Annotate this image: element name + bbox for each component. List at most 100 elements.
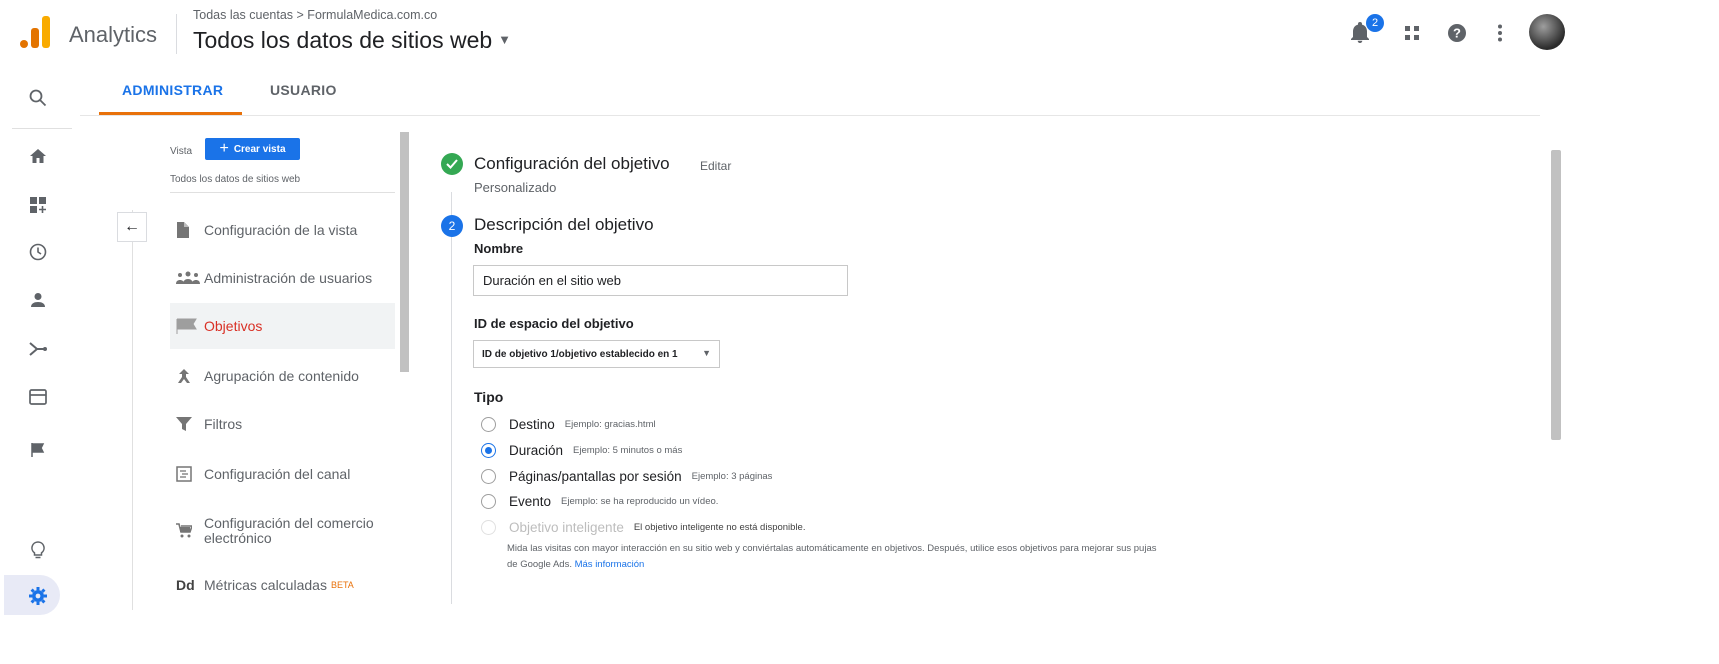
discover-lightbulb-icon[interactable] bbox=[24, 536, 52, 564]
customization-icon[interactable] bbox=[24, 191, 52, 219]
type-option-example: Ejemplo: 5 minutos o más bbox=[573, 444, 683, 456]
nav-item-label: Configuración de la vista bbox=[204, 222, 358, 238]
cart-icon bbox=[170, 523, 204, 539]
beta-badge: BETA bbox=[330, 580, 354, 590]
view-selector[interactable]: Todos los datos de sitios web bbox=[170, 174, 300, 185]
name-label: Nombre bbox=[474, 241, 524, 256]
nav-item-channel-settings[interactable]: Configuración del canal bbox=[170, 451, 395, 497]
type-option-label: Evento bbox=[509, 493, 552, 509]
rail-separator bbox=[12, 128, 72, 129]
acquisition-icon[interactable] bbox=[24, 335, 52, 363]
tab-administrar[interactable]: ADMINISTRAR bbox=[122, 82, 223, 98]
property-selector[interactable]: Todos los datos de sitios web ▼ bbox=[193, 27, 511, 54]
nav-item-label: Configuración del comercio electrónico bbox=[204, 515, 374, 546]
document-icon bbox=[170, 222, 204, 238]
create-view-button[interactable]: + Crear vista bbox=[205, 138, 300, 160]
nav-scrollbar[interactable] bbox=[400, 132, 409, 372]
type-option-duration[interactable]: Duración Ejemplo: 5 minutos o más bbox=[481, 441, 682, 459]
goal-slot-select[interactable]: ID de objetivo 1/objetivo establecido en… bbox=[473, 340, 720, 368]
conversions-flag-icon[interactable] bbox=[24, 436, 52, 464]
type-option-smart-goal: Objetivo inteligente El objetivo intelig… bbox=[481, 518, 805, 536]
analytics-logo[interactable] bbox=[20, 16, 50, 48]
goal-name-input[interactable]: Duración en el sitio web bbox=[473, 265, 848, 296]
app-name: Analytics bbox=[69, 22, 158, 47]
search-icon[interactable] bbox=[24, 84, 52, 112]
type-option-example: Ejemplo: se ha reproducido un vídeo. bbox=[561, 495, 719, 507]
nav-item-user-management[interactable]: Administración de usuarios bbox=[170, 255, 395, 301]
notification-badge: 2 bbox=[1366, 14, 1384, 32]
channel-icon bbox=[170, 466, 204, 482]
type-option-example: Ejemplo: gracias.html bbox=[564, 418, 656, 430]
type-option-label: Páginas/pantallas por sesión bbox=[509, 468, 682, 484]
create-view-label: Crear vista bbox=[233, 143, 286, 155]
type-option-label: Objetivo inteligente bbox=[509, 519, 624, 535]
radio-button-selected[interactable] bbox=[481, 442, 496, 458]
step1-summary: Personalizado bbox=[474, 180, 557, 195]
home-icon[interactable] bbox=[24, 142, 52, 170]
type-option-example: Ejemplo: 3 páginas bbox=[691, 470, 773, 482]
nav-column-line bbox=[132, 210, 133, 610]
left-rail bbox=[0, 70, 80, 664]
account-breadcrumb[interactable]: Todas las cuentas > FormulaMedica.com.co bbox=[193, 8, 437, 22]
type-option-label: Destino bbox=[509, 416, 555, 432]
goal-slot-value: ID de objetivo 1/objetivo establecido en… bbox=[482, 349, 678, 360]
tab-usuario[interactable]: USUARIO bbox=[270, 82, 337, 98]
realtime-clock-icon[interactable] bbox=[24, 238, 52, 266]
nav-item-view-settings[interactable]: Configuración de la vista bbox=[170, 207, 395, 253]
view-label: Vista bbox=[170, 146, 193, 157]
svg-text:?: ? bbox=[1453, 26, 1461, 41]
chevron-down-icon: ▼ bbox=[498, 32, 512, 47]
back-arrow-button[interactable]: ← bbox=[117, 212, 147, 242]
nav-item-label: Administración de usuarios bbox=[204, 270, 373, 286]
check-circle-icon bbox=[441, 153, 463, 175]
admin-gear-icon[interactable] bbox=[24, 582, 52, 610]
type-option-example: El objetivo inteligente no está disponib… bbox=[633, 521, 806, 533]
smart-goal-description: Mida las visitas con mayor interacción e… bbox=[507, 541, 1167, 573]
radio-button-disabled bbox=[481, 519, 496, 535]
slot-id-label: ID de espacio del objetivo bbox=[474, 316, 634, 331]
nav-item-ecommerce-settings[interactable]: Configuración del comercio electrónico bbox=[170, 508, 395, 554]
radio-button[interactable] bbox=[481, 468, 496, 484]
nav-item-label: Métricas calculadas bbox=[204, 577, 327, 593]
view-underline bbox=[170, 192, 395, 193]
type-option-pages-per-session[interactable]: Páginas/pantallas por sesión Ejemplo: 3 … bbox=[481, 467, 772, 485]
help-icon[interactable]: ? bbox=[1442, 18, 1472, 48]
users-icon bbox=[170, 271, 204, 285]
edit-link[interactable]: Editar bbox=[700, 159, 731, 173]
dd-icon: Dd bbox=[176, 577, 195, 593]
step-number-badge: 2 bbox=[441, 215, 463, 237]
chevron-down-icon: ▼ bbox=[702, 348, 711, 358]
more-vert-icon[interactable] bbox=[1485, 18, 1515, 48]
nav-item-filters[interactable]: Filtros bbox=[170, 401, 395, 447]
nav-item-label: Configuración del canal bbox=[204, 466, 351, 482]
plus-icon: + bbox=[219, 140, 229, 157]
step2-title: Descripción del objetivo bbox=[474, 215, 654, 234]
nav-item-label: Filtros bbox=[204, 416, 243, 432]
stepper-line bbox=[451, 192, 452, 604]
type-option-destination[interactable]: Destino Ejemplo: gracias.html bbox=[481, 415, 656, 433]
tabs-divider bbox=[80, 115, 1540, 116]
nav-item-content-grouping[interactable]: Agrupación de contenido bbox=[170, 353, 395, 399]
filter-icon bbox=[170, 416, 204, 432]
nav-item-goals[interactable]: Objetivos bbox=[170, 303, 395, 349]
arrow-left-icon: ← bbox=[124, 218, 140, 235]
nav-item-label: Agrupación de contenido bbox=[204, 368, 359, 384]
apps-grid-icon[interactable] bbox=[1397, 18, 1427, 48]
type-option-label: Duración bbox=[509, 442, 564, 458]
more-info-link[interactable]: Más información bbox=[575, 559, 645, 570]
nav-item-calculated-metrics[interactable]: Dd Métricas calculadas BETA bbox=[170, 562, 395, 608]
content-grouping-icon bbox=[170, 368, 204, 384]
nav-item-label: Objetivos bbox=[204, 318, 263, 334]
type-label: Tipo bbox=[474, 389, 504, 405]
radio-button[interactable] bbox=[481, 416, 496, 432]
step1-title: Configuración del objetivo bbox=[474, 154, 670, 173]
app-header: Analytics Todas las cuentas > FormulaMed… bbox=[0, 0, 1719, 70]
radio-button[interactable] bbox=[481, 493, 496, 509]
behavior-icon[interactable] bbox=[24, 383, 52, 411]
property-title: Todos los datos de sitios web bbox=[193, 27, 493, 53]
type-option-event[interactable]: Evento Ejemplo: se ha reproducido un víd… bbox=[481, 492, 718, 510]
audience-person-icon[interactable] bbox=[24, 286, 52, 314]
main-scrollbar[interactable] bbox=[1551, 150, 1561, 440]
header-divider bbox=[176, 14, 177, 54]
avatar[interactable] bbox=[1529, 14, 1565, 50]
